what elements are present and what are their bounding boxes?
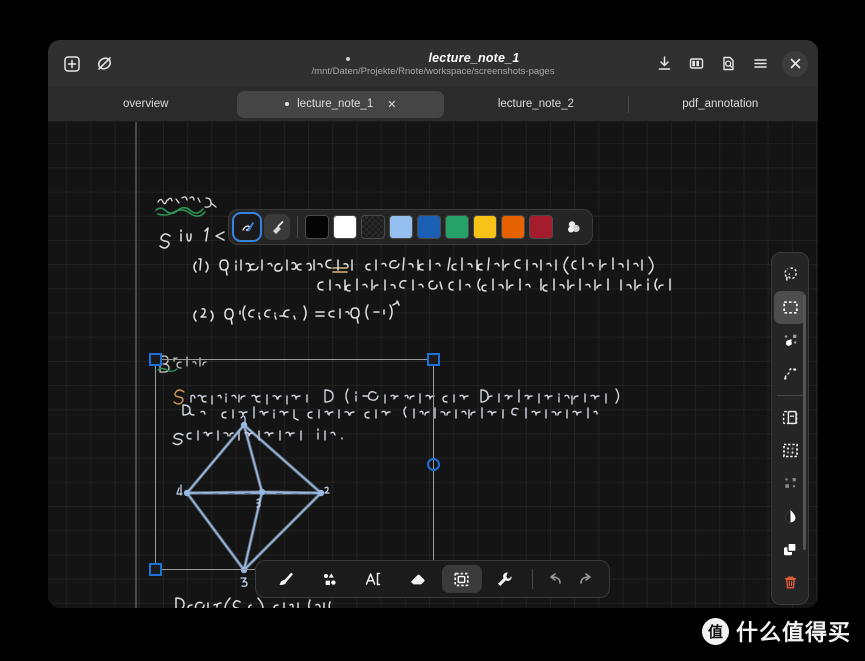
rectangle-select-tool[interactable]	[774, 291, 806, 324]
download-icon[interactable]	[650, 50, 678, 78]
tab-lecture-note-2[interactable]: lecture_note_2	[444, 91, 627, 118]
tab-pdf-annotation[interactable]: pdf_annotation	[629, 91, 812, 118]
watermark: 值 什么值得买	[701, 615, 851, 647]
invert-color-tool[interactable]	[774, 500, 806, 533]
swatch-white[interactable]	[333, 215, 357, 239]
header-left-actions	[58, 50, 118, 78]
pen-stroke-color-button[interactable]	[234, 214, 260, 240]
swatch-blue[interactable]	[417, 215, 441, 239]
toolbar-separator	[532, 569, 534, 589]
selection-tools-sidebar	[771, 252, 809, 605]
tab-close-icon[interactable]: ✕	[387, 98, 396, 111]
tab-label: pdf_annotation	[682, 98, 759, 110]
duplicate-tool[interactable]	[774, 533, 806, 566]
swatch-orange[interactable]	[501, 215, 525, 239]
eraser-tool[interactable]	[397, 565, 439, 593]
lasso-select-tool[interactable]	[774, 258, 806, 291]
selection-handle-top-right[interactable]	[427, 353, 440, 366]
swatch-light-blue[interactable]	[389, 215, 413, 239]
intersect-select-tool[interactable]	[774, 357, 806, 390]
app-window: lecture_note_1 /mnt/Daten/Projekte/Rnote…	[48, 40, 818, 608]
swatch-yellow[interactable]	[473, 215, 497, 239]
tab-bar: overview lecture_note_1 ✕ lecture_note_2…	[48, 87, 818, 122]
deselect-all-tool[interactable]	[774, 467, 806, 500]
sidebar-scrollbar[interactable]	[803, 295, 806, 550]
swatch-green[interactable]	[445, 215, 469, 239]
new-page-icon[interactable]	[58, 50, 86, 78]
delete-tool[interactable]	[774, 566, 806, 599]
pen-fill-color-button[interactable]	[264, 214, 290, 240]
unsaved-dot	[346, 56, 351, 61]
tab-overview[interactable]: overview	[54, 91, 237, 118]
color-picker-icon[interactable]	[561, 214, 587, 240]
swatch-black[interactable]	[305, 215, 329, 239]
tab-lecture-note-1[interactable]: lecture_note_1 ✕	[237, 90, 445, 118]
select-all-tool[interactable]	[774, 434, 806, 467]
cut-clipboard-tool[interactable]	[774, 401, 806, 434]
watermark-text: 什么值得买	[735, 621, 851, 646]
tab-modified-dot	[285, 102, 290, 106]
sidebar-separator	[777, 395, 803, 396]
shaper-tool[interactable]	[308, 565, 350, 593]
tab-label: lecture_note_1	[297, 98, 374, 110]
tab-label: lecture_note_2	[497, 98, 574, 110]
no-edit-icon[interactable]	[90, 50, 118, 78]
watermark-logo: 值	[701, 617, 729, 645]
swatch-transparent[interactable]	[361, 215, 385, 239]
swatch-red[interactable]	[529, 215, 553, 239]
pdf-icon[interactable]	[714, 50, 742, 78]
typewriter-tool[interactable]	[353, 565, 395, 593]
menu-icon[interactable]	[746, 50, 774, 78]
redo-button[interactable]	[571, 565, 601, 593]
header-right-actions	[650, 40, 808, 87]
selection-handle-bottom-left[interactable]	[149, 563, 162, 576]
window-subtitle: /mnt/Daten/Projekte/Rnote/workspace/scre…	[311, 65, 555, 77]
selector-tool[interactable]	[441, 565, 482, 593]
selection-box[interactable]	[149, 353, 440, 576]
header-bar: lecture_note_1 /mnt/Daten/Projekte/Rnote…	[48, 40, 818, 87]
undo-button[interactable]	[539, 565, 569, 593]
close-icon[interactable]	[782, 50, 808, 77]
color-toolbar	[228, 209, 593, 245]
main-toolbar	[255, 560, 610, 598]
tab-label: overview	[123, 98, 169, 110]
note-canvas[interactable]	[48, 122, 818, 608]
brush-tool[interactable]	[264, 565, 306, 593]
window-title: lecture_note_1	[428, 50, 520, 65]
split-view-icon[interactable]	[682, 50, 710, 78]
tools-tool[interactable]	[484, 565, 526, 593]
colorbar-separator	[297, 216, 298, 238]
selection-handle-top-left[interactable]	[149, 353, 162, 366]
selection-handle-rotate[interactable]	[427, 457, 440, 471]
single-element-select-tool[interactable]	[774, 324, 806, 357]
